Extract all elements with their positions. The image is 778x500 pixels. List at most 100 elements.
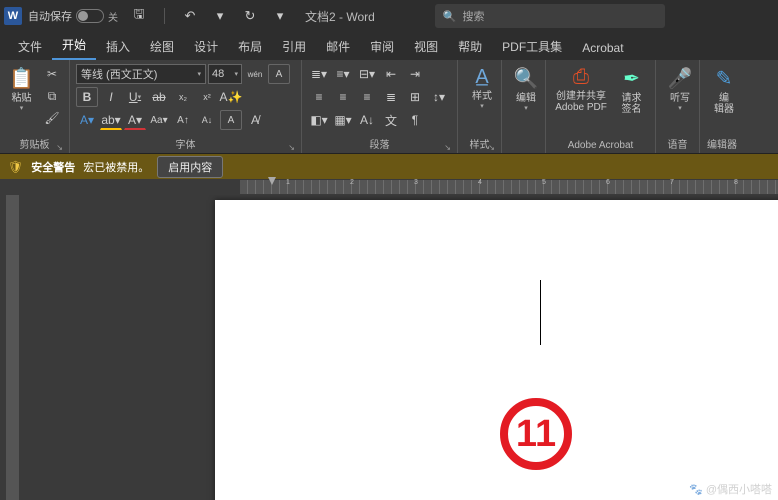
font-name-select[interactable]: 等线 (西文正文)▾ <box>76 64 206 84</box>
request-sign-button[interactable]: ✒ 请求签名 <box>614 64 649 117</box>
text-effects-button[interactable]: A‍✨ <box>220 87 242 107</box>
sign-icon: ✒ <box>623 66 640 91</box>
editor-button[interactable]: ✎ 编辑器 <box>706 64 742 117</box>
strike-button[interactable]: ab <box>148 87 170 107</box>
security-warning-title: 安全警告 <box>31 159 75 175</box>
styles-button[interactable]: A̲ 样式 ▾ <box>464 64 500 112</box>
sort-button[interactable]: A↓ <box>356 110 378 130</box>
autosave-status: 关 <box>108 9 118 24</box>
ruler-vertical[interactable] <box>0 195 25 500</box>
text-cursor <box>540 280 541 345</box>
borders-button[interactable]: ▦▾ <box>332 110 354 130</box>
qat-customize[interactable]: ▾ <box>269 5 291 27</box>
undo-icon[interactable]: ↶ <box>179 5 201 27</box>
clear-format-button[interactable]: A̸ <box>244 110 266 130</box>
highlight-button[interactable]: ab▾ <box>100 110 122 130</box>
font-launcher[interactable]: ↘ <box>288 143 295 152</box>
annotation-badge: 11 <box>500 398 572 470</box>
pdf-icon: ⎙ <box>573 66 589 89</box>
decrease-indent-button[interactable]: ⇤ <box>380 64 402 84</box>
tab-insert[interactable]: 插入 <box>96 32 140 60</box>
security-warning-text: 宏已被禁用。 <box>83 159 149 175</box>
autosave[interactable]: 自动保存 关 <box>28 8 118 24</box>
superscript-button[interactable]: x² <box>196 87 218 107</box>
search-input[interactable]: 🔍 搜索 <box>435 4 665 28</box>
group-voice: 🎤 听写 ▾ 语音 <box>656 60 700 153</box>
text-direction-button[interactable]: 文 <box>380 110 402 130</box>
search-placeholder: 搜索 <box>463 8 485 24</box>
numbering-button[interactable]: ≡▾ <box>332 64 354 84</box>
paragraph-launcher[interactable]: ↘ <box>444 143 451 152</box>
shrink-font-button[interactable]: A↓ <box>196 110 218 130</box>
align-center-button[interactable]: ≡ <box>332 87 354 107</box>
tab-acrobat[interactable]: Acrobat <box>572 35 633 60</box>
align-right-button[interactable]: ≡ <box>356 87 378 107</box>
format-painter-icon[interactable]: 🖌 <box>41 108 63 128</box>
multilevel-button[interactable]: ⊟▾ <box>356 64 378 84</box>
security-warning-bar: 🛡 安全警告 宏已被禁用。 启用内容 <box>0 154 778 179</box>
clipboard-launcher[interactable]: ↘ <box>56 143 63 152</box>
group-editing: 🔍 编辑 ▾ <box>502 60 546 153</box>
ribbon-tabs: 文件 开始 插入 绘图 设计 布局 引用 邮件 审阅 视图 帮助 PDF工具集 … <box>0 32 778 60</box>
underline-button[interactable]: U ▾ <box>124 87 146 107</box>
cut-icon[interactable]: ✂ <box>41 64 63 84</box>
increase-indent-button[interactable]: ⇥ <box>404 64 426 84</box>
word-app-icon: W <box>4 7 22 25</box>
document-area[interactable] <box>25 195 778 500</box>
tab-file[interactable]: 文件 <box>8 32 52 60</box>
bullets-button[interactable]: ≣▾ <box>308 64 330 84</box>
clipboard-icon: 📋 <box>9 66 34 91</box>
chevron-down-icon: ▾ <box>20 104 24 112</box>
ruler-numbers: 12345678910111213141516 <box>240 179 778 186</box>
dictate-button[interactable]: 🎤 听写 ▾ <box>662 64 698 114</box>
group-paragraph: ≣▾ ≡▾ ⊟▾ ⇤ ⇥ ≡ ≡ ≡ ≣ ⊞ ↕▾ ◧▾ ▦▾ A↓ 文 ¶ <box>302 60 458 153</box>
justify-button[interactable]: ≣ <box>380 87 402 107</box>
line-spacing-button[interactable]: ↕▾ <box>428 87 450 107</box>
separator <box>164 8 165 24</box>
group-font: 等线 (西文正文)▾ 48▾ wén A B I U ▾ ab x₂ x² A‍… <box>70 60 302 153</box>
shield-icon: 🛡 <box>8 160 23 174</box>
ruler-horizontal[interactable]: 12345678910111213141516 <box>25 179 778 195</box>
page[interactable] <box>215 200 778 500</box>
copy-icon[interactable]: ⧉ <box>41 86 63 106</box>
redo-icon[interactable]: ↻ <box>239 5 261 27</box>
subscript-button[interactable]: x₂ <box>172 87 194 107</box>
tab-review[interactable]: 审阅 <box>360 32 404 60</box>
change-case-button[interactable]: A <box>220 110 242 130</box>
tab-mailings[interactable]: 邮件 <box>316 32 360 60</box>
font-size-select[interactable]: 48▾ <box>208 64 242 84</box>
tab-draw[interactable]: 绘图 <box>140 32 184 60</box>
bold-button[interactable]: B <box>76 87 98 107</box>
editor-icon: ✎ <box>716 66 733 91</box>
distribute-button[interactable]: ⊞ <box>404 87 426 107</box>
create-share-pdf-button[interactable]: ⎙ 创建并共享Adobe PDF <box>552 64 610 115</box>
tab-help[interactable]: 帮助 <box>448 32 492 60</box>
paste-button[interactable]: 📋 粘贴 ▾ <box>6 64 37 114</box>
undo-dropdown[interactable]: ▾ <box>209 5 231 27</box>
tab-design[interactable]: 设计 <box>184 32 228 60</box>
autosave-toggle[interactable] <box>76 9 104 23</box>
tab-references[interactable]: 引用 <box>272 32 316 60</box>
italic-button[interactable]: I <box>100 87 122 107</box>
styles-icon: A̲ <box>475 66 488 89</box>
group-label-paragraph: 段落 ↘ <box>308 135 451 152</box>
save-icon[interactable]: 🖫 <box>128 5 150 27</box>
grow-font-button[interactable]: A↑ <box>172 110 194 130</box>
font-color-button[interactable]: A▾ <box>124 110 146 130</box>
pinyin-guide-button[interactable]: wén <box>244 64 266 84</box>
enable-content-button[interactable]: 启用内容 <box>157 156 223 178</box>
char-shading-button[interactable]: Aa▾ <box>148 110 170 130</box>
tab-layout[interactable]: 布局 <box>228 32 272 60</box>
styles-launcher[interactable]: ↘ <box>488 143 495 152</box>
tab-pdf-tools[interactable]: PDF工具集 <box>492 32 572 60</box>
align-left-button[interactable]: ≡ <box>308 87 330 107</box>
enclose-char-button[interactable]: A <box>268 64 290 84</box>
font-fill-button[interactable]: A▾ <box>76 110 98 130</box>
shading-button[interactable]: ◧▾ <box>308 110 330 130</box>
tab-home[interactable]: 开始 <box>52 30 96 60</box>
mic-icon: 🎤 <box>668 66 693 91</box>
paw-icon: 🐾 <box>689 484 703 496</box>
show-marks-button[interactable]: ¶ <box>404 110 426 130</box>
editing-button[interactable]: 🔍 编辑 ▾ <box>508 64 544 114</box>
tab-view[interactable]: 视图 <box>404 32 448 60</box>
